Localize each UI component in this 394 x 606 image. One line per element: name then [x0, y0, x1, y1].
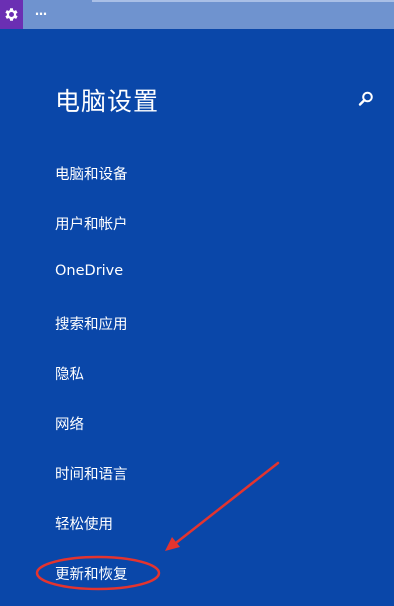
nav-item-time-and-language[interactable]: 时间和语言	[55, 463, 128, 484]
title-bar: …	[0, 0, 394, 29]
nav-item-privacy[interactable]: 隐私	[55, 363, 84, 384]
menu-ellipsis-button[interactable]: …	[35, 4, 47, 18]
app-icon-button[interactable]	[0, 0, 23, 29]
nav-item-ease-of-access[interactable]: 轻松使用	[55, 513, 113, 534]
nav-item-pc-and-devices[interactable]: 电脑和设备	[55, 163, 128, 184]
nav-item-search-and-apps[interactable]: 搜索和应用	[55, 313, 128, 334]
search-icon	[358, 91, 373, 106]
settings-panel: 电脑设置 电脑和设备 用户和帐户 OneDrive 搜索和应用 隐私 网络 时间…	[0, 29, 394, 606]
page-title: 电脑设置	[55, 87, 160, 116]
gear-icon	[5, 8, 18, 21]
nav-item-update-and-recovery[interactable]: 更新和恢复	[55, 563, 128, 584]
nav-item-network[interactable]: 网络	[55, 413, 84, 434]
nav-item-accounts[interactable]: 用户和帐户	[55, 213, 128, 234]
title-bar-edge	[92, 0, 394, 2]
nav-item-onedrive[interactable]: OneDrive	[55, 263, 123, 279]
search-button[interactable]	[356, 89, 376, 109]
